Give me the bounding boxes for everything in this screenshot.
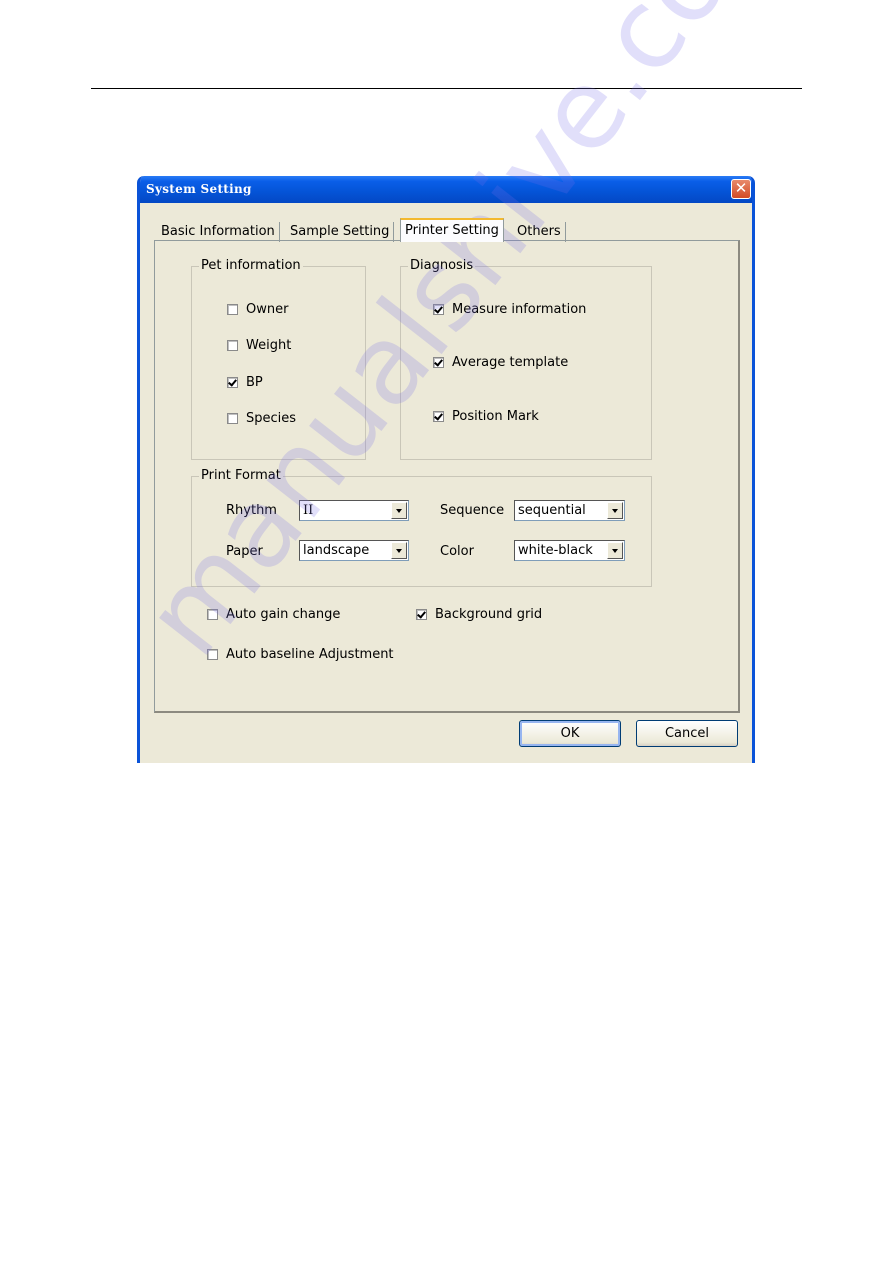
- ok-button[interactable]: OK: [519, 720, 621, 747]
- checkbox-position-mark[interactable]: Position Mark: [433, 409, 539, 424]
- paper-label: Paper: [226, 544, 263, 559]
- checkbox-auto-gain-change[interactable]: Auto gain change: [207, 607, 340, 622]
- measure-information-checkbox[interactable]: [433, 304, 444, 315]
- tab-others[interactable]: Others: [513, 222, 566, 242]
- tab-printer-setting[interactable]: Printer Setting: [400, 218, 504, 242]
- auto-baseline-adjustment-label: Auto baseline Adjustment: [226, 647, 394, 662]
- checkbox-species[interactable]: Species: [227, 411, 296, 426]
- checkbox-owner[interactable]: Owner: [227, 302, 288, 317]
- chevron-down-icon[interactable]: [607, 542, 623, 559]
- owner-checkbox[interactable]: [227, 304, 238, 315]
- weight-checkbox[interactable]: [227, 340, 238, 351]
- position-mark-label: Position Mark: [452, 409, 539, 424]
- diagnosis-legend: Diagnosis: [408, 258, 476, 273]
- print-format-group: Print Format Rhythm II Sequence sequenti…: [191, 468, 652, 587]
- chevron-down-icon[interactable]: [391, 502, 407, 519]
- print-format-legend: Print Format: [199, 468, 283, 483]
- checkbox-auto-baseline-adjustment[interactable]: Auto baseline Adjustment: [207, 647, 394, 662]
- close-button[interactable]: ✕: [731, 179, 751, 199]
- rhythm-label: Rhythm: [226, 503, 277, 518]
- auto-gain-change-label: Auto gain change: [226, 607, 341, 622]
- paper-value: landscape: [303, 543, 370, 558]
- auto-gain-change-checkbox[interactable]: [207, 609, 218, 620]
- rhythm-value: II: [303, 503, 314, 518]
- average-template-label: Average template: [452, 355, 569, 370]
- checkbox-bp[interactable]: BP: [227, 375, 263, 390]
- title-bar[interactable]: System Setting ✕: [140, 176, 752, 203]
- checkbox-background-grid[interactable]: Background grid: [416, 607, 542, 622]
- tab-basic-information[interactable]: Basic Information: [157, 222, 280, 242]
- auto-baseline-adjustment-checkbox[interactable]: [207, 649, 218, 660]
- position-mark-checkbox[interactable]: [433, 411, 444, 422]
- checkbox-measure-information[interactable]: Measure information: [433, 302, 586, 317]
- paper-select[interactable]: landscape: [299, 540, 409, 561]
- background-grid-checkbox[interactable]: [416, 609, 427, 620]
- sequence-select[interactable]: sequential: [514, 500, 625, 521]
- background-grid-label: Background grid: [435, 607, 543, 622]
- printer-setting-panel: Pet information Owner Weight BP Species …: [154, 240, 740, 713]
- bp-label: BP: [246, 375, 263, 390]
- pet-information-legend: Pet information: [199, 258, 303, 273]
- window-title: System Setting: [146, 182, 252, 196]
- average-template-checkbox[interactable]: [433, 357, 444, 368]
- chevron-down-icon[interactable]: [391, 542, 407, 559]
- sequence-value: sequential: [518, 503, 586, 518]
- cancel-button[interactable]: Cancel: [636, 720, 738, 747]
- checkbox-average-template[interactable]: Average template: [433, 355, 568, 370]
- weight-label: Weight: [246, 338, 292, 353]
- rhythm-select[interactable]: II: [299, 500, 409, 521]
- owner-label: Owner: [246, 302, 289, 317]
- sequence-label: Sequence: [440, 503, 505, 518]
- page-header-rule: [91, 88, 802, 89]
- color-value: white-black: [518, 543, 593, 558]
- diagnosis-group: Diagnosis Measure information Average te…: [400, 258, 652, 460]
- checkbox-weight[interactable]: Weight: [227, 338, 291, 353]
- measure-information-label: Measure information: [452, 302, 587, 317]
- pet-information-group: Pet information Owner Weight BP Species: [191, 258, 366, 460]
- color-label: Color: [440, 544, 474, 559]
- species-label: Species: [246, 411, 297, 426]
- color-select[interactable]: white-black: [514, 540, 625, 561]
- chevron-down-icon[interactable]: [607, 502, 623, 519]
- close-icon: ✕: [734, 179, 748, 197]
- species-checkbox[interactable]: [227, 413, 238, 424]
- system-setting-dialog: System Setting ✕ Basic Information Sampl…: [137, 176, 755, 763]
- tab-sample-setting[interactable]: Sample Setting: [286, 222, 395, 242]
- bp-checkbox[interactable]: [227, 377, 238, 388]
